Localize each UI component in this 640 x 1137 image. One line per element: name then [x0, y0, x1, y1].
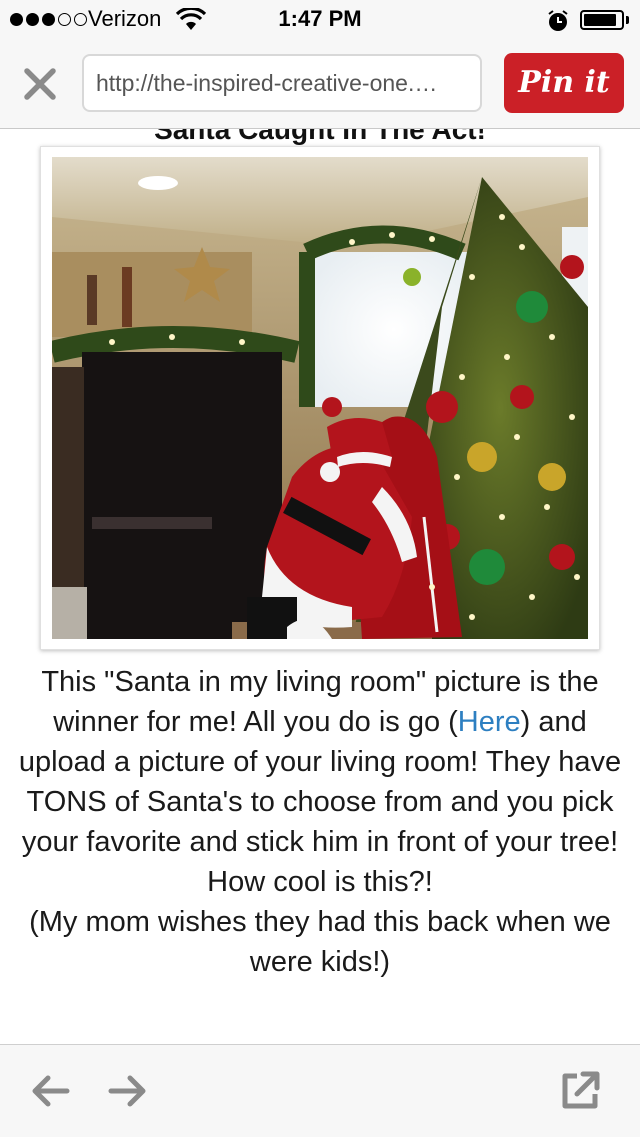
battery-tip: [626, 16, 629, 24]
santa-living-room-image: [52, 157, 588, 639]
back-arrow-icon: [32, 1075, 70, 1107]
browser-nav-bar: http://the-inspired-creative-one.… Pin i…: [0, 40, 640, 129]
alarm-icon: [548, 10, 568, 31]
bottom-toolbar: [0, 1044, 640, 1137]
pin-it-button[interactable]: Pin it: [504, 53, 624, 113]
forward-button[interactable]: [104, 1067, 152, 1115]
article-paragraph: This "Santa in my living room" picture i…: [14, 662, 626, 982]
url-field[interactable]: http://the-inspired-creative-one.…: [82, 54, 482, 112]
signal-strength-icon: [10, 13, 87, 26]
here-link[interactable]: Here: [458, 706, 521, 738]
open-external-button[interactable]: [556, 1067, 604, 1115]
wifi-icon: [176, 8, 206, 30]
article-heading: Santa Caught In The Act!: [154, 128, 486, 145]
photo-frame: [40, 146, 600, 650]
close-icon: [24, 68, 56, 100]
paragraph-text-line2: (My mom wishes they had this back when w…: [29, 906, 611, 978]
forward-arrow-icon: [108, 1075, 146, 1107]
battery-icon: [580, 10, 624, 30]
status-bar: Verizon 1:47 PM: [0, 0, 640, 40]
back-button[interactable]: [26, 1067, 74, 1115]
share-external-icon: [562, 1071, 600, 1109]
close-button[interactable]: [18, 62, 62, 106]
santa-photo[interactable]: [52, 157, 588, 639]
article-content: Santa Caught In The Act! This "Santa in …: [0, 128, 640, 1044]
carrier-name: Verizon: [88, 6, 162, 31]
